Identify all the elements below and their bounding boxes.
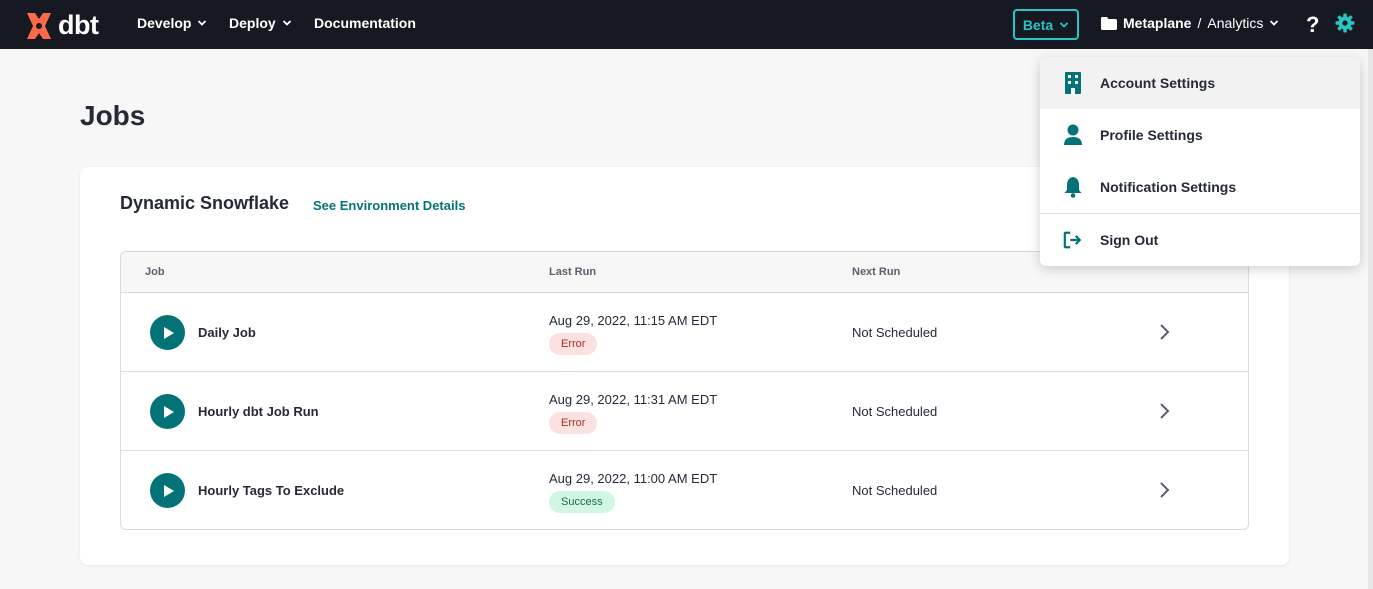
next-run: Not Scheduled	[852, 404, 938, 419]
status-badge: Error	[549, 333, 598, 355]
menu-item-label: Notification Settings	[1100, 179, 1237, 195]
beta-label: Beta	[1022, 16, 1054, 33]
last-run-date: Aug 29, 2022, 11:31 AM EDT	[549, 392, 718, 407]
column-header-job: Job	[145, 266, 165, 278]
logo-text: dbt	[58, 10, 99, 40]
column-header-last-run: Last Run	[549, 266, 597, 278]
project-name: Analytics	[1207, 15, 1264, 31]
user-icon	[1063, 124, 1083, 146]
account-name: Metaplane	[1123, 15, 1192, 31]
next-run: Not Scheduled	[852, 325, 938, 340]
job-name[interactable]: Hourly dbt Job Run	[198, 404, 319, 419]
nav-documentation[interactable]: Documentation	[314, 15, 416, 31]
play-icon[interactable]	[150, 315, 185, 350]
table-row[interactable]: Hourly dbt Job Run Aug 29, 2022, 11:31 A…	[121, 372, 1248, 451]
jobs-table: Job Last Run Next Run Daily Job Aug 29, …	[120, 251, 1249, 530]
beta-button[interactable]: Beta	[1013, 9, 1079, 40]
chevron-down-icon	[282, 20, 291, 26]
menu-item-label: Profile Settings	[1100, 127, 1203, 143]
chevron-right-icon[interactable]	[1157, 402, 1171, 420]
menu-item-notification-settings[interactable]: Notification Settings	[1040, 161, 1360, 213]
play-icon[interactable]	[150, 473, 185, 508]
dbt-logo-icon	[27, 12, 51, 39]
chevron-down-icon	[1270, 20, 1279, 26]
folder-icon	[1101, 16, 1117, 30]
nav-deploy-label: Deploy	[229, 15, 276, 31]
menu-item-label: Account Settings	[1100, 75, 1216, 91]
path-separator: /	[1197, 15, 1202, 31]
table-row[interactable]: Hourly Tags To Exclude Aug 29, 2022, 11:…	[121, 451, 1248, 529]
status-badge: Error	[549, 412, 598, 434]
nav-develop-label: Develop	[137, 15, 192, 31]
nav-develop[interactable]: Develop	[137, 15, 207, 31]
job-name[interactable]: Hourly Tags To Exclude	[198, 483, 344, 498]
table-row[interactable]: Daily Job Aug 29, 2022, 11:15 AM EDT Err…	[121, 293, 1248, 372]
environment-details-link[interactable]: See Environment Details	[313, 198, 465, 213]
dbt-logo[interactable]: dbt	[24, 10, 99, 41]
environment-name: Dynamic Snowflake	[120, 193, 290, 213]
top-nav: dbt Develop Deploy Documentation Beta Me…	[0, 0, 1373, 49]
play-icon[interactable]	[150, 394, 185, 429]
job-name[interactable]: Daily Job	[198, 325, 256, 340]
gear-icon[interactable]	[1335, 13, 1355, 38]
column-header-next-run: Next Run	[852, 266, 901, 278]
chevron-right-icon[interactable]	[1157, 323, 1171, 341]
bell-icon	[1063, 176, 1083, 198]
menu-item-label: Sign Out	[1100, 232, 1159, 248]
last-run-date: Aug 29, 2022, 11:00 AM EDT	[549, 471, 718, 486]
chevron-right-icon[interactable]	[1157, 481, 1171, 499]
settings-menu: Account Settings Profile Settings Notifi…	[1040, 57, 1360, 266]
nav-documentation-label: Documentation	[314, 15, 416, 31]
nav-deploy[interactable]: Deploy	[229, 15, 292, 31]
building-icon	[1063, 72, 1083, 94]
scrollbar[interactable]	[1368, 49, 1373, 589]
menu-item-account-settings[interactable]: Account Settings	[1040, 57, 1360, 109]
chevron-down-icon	[198, 20, 207, 26]
sign-out-icon	[1063, 229, 1083, 251]
status-badge: Success	[549, 491, 615, 513]
menu-item-profile-settings[interactable]: Profile Settings	[1040, 109, 1360, 161]
menu-item-sign-out[interactable]: Sign Out	[1040, 214, 1360, 266]
next-run: Not Scheduled	[852, 483, 938, 498]
help-icon[interactable]: ?	[1306, 12, 1319, 38]
last-run-date: Aug 29, 2022, 11:15 AM EDT	[549, 313, 718, 328]
chevron-down-icon	[1060, 21, 1069, 28]
project-selector[interactable]: Metaplane / Analytics	[1101, 15, 1279, 31]
page-title: Jobs	[80, 100, 146, 131]
